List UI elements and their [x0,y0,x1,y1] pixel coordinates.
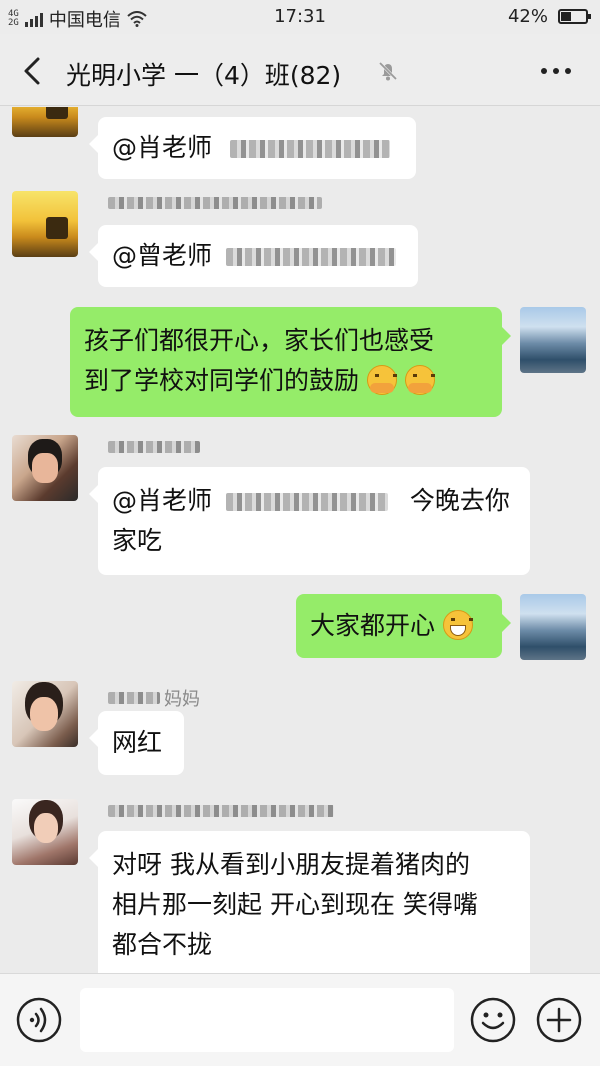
battery-percent: 42% [507,6,548,27]
more-dots-icon[interactable] [536,56,576,86]
photo-avatar[interactable] [12,799,78,865]
blurred-sender-name [108,441,200,453]
message-line: 孩子们都很开心，家长们也感受 [84,326,435,355]
message-bubble[interactable]: 网红 [89,711,184,775]
grin-emoji-icon [442,610,473,640]
back-chevron-icon[interactable] [16,54,50,88]
hug-emoji-icon [366,365,397,395]
hug-emoji-icon [404,365,435,395]
chat-header: 光明小学 一（4）班(82) [0,34,600,106]
battery-fill [561,12,571,21]
photo-avatar[interactable] [12,435,78,501]
message-line: 对呀 我从看到小朋友提着猪肉的 [112,850,470,879]
blurred-phone-number [225,248,396,266]
sea-avatar[interactable] [520,307,586,373]
message-line: 家吃 [112,526,163,555]
bell-muted-icon [378,61,398,81]
message-bubble[interactable]: @肖老师 今晚去你 家吃 [89,467,530,575]
chat-title: 光明小学 一（4）班(82) [66,61,342,90]
emoji-icon[interactable] [470,997,516,1043]
input-bar [0,973,600,1066]
message-line: 都合不拢 [112,930,213,959]
sea-avatar[interactable] [520,594,586,660]
message-text: @曾老师 [112,241,213,270]
message-bubble[interactable]: 大家都开心 [296,594,511,658]
message-line: 相片那一刻起 开心到现在 笑得嘴 [112,890,478,919]
message-text: 网红 [112,728,163,757]
message-text: 今晚去你 [409,486,510,515]
status-bar: 4G 2G 中国电信 17:31 42% [0,0,600,34]
message-bubble[interactable]: 孩子们都很开心，家长们也感受 到了学校对同学们的鼓励 [70,307,511,417]
message-bubble[interactable]: @肖老师 [89,117,416,179]
sender-name [108,441,200,453]
voice-icon[interactable] [16,997,62,1043]
blurred-phone-number [225,493,388,511]
blurred-sender-name [108,197,322,209]
photo-avatar[interactable] [12,681,78,747]
chat-messages[interactable]: @肖老师 @曾老师 孩子们都很开心，家长们也感受 到了学校对同学们的鼓励 @肖老… [0,107,600,973]
message-text: @肖老师 [112,486,213,515]
message-input[interactable] [80,988,454,1052]
plus-icon[interactable] [536,997,582,1043]
sunset-avatar[interactable] [12,107,78,137]
sunset-avatar[interactable] [12,191,78,257]
status-right: 42% [507,6,591,27]
battery-icon [558,9,591,24]
blurred-phone-number [229,140,390,158]
blurred-sender-name [108,805,334,817]
sender-name: 妈妈 [108,685,200,711]
sender-name [108,805,334,817]
message-text: 大家都开心 [310,611,436,640]
sender-name-text: 妈妈 [164,689,200,710]
message-text: @肖老师 [112,133,213,162]
message-bubble[interactable]: @曾老师 [89,225,418,287]
blurred-sender-prefix [108,692,160,704]
message-line: 到了学校对同学们的鼓励 [84,366,360,395]
message-bubble[interactable]: 对呀 我从看到小朋友提着猪肉的 相片那一刻起 开心到现在 笑得嘴 都合不拢 [89,831,530,973]
sender-name [108,197,322,209]
